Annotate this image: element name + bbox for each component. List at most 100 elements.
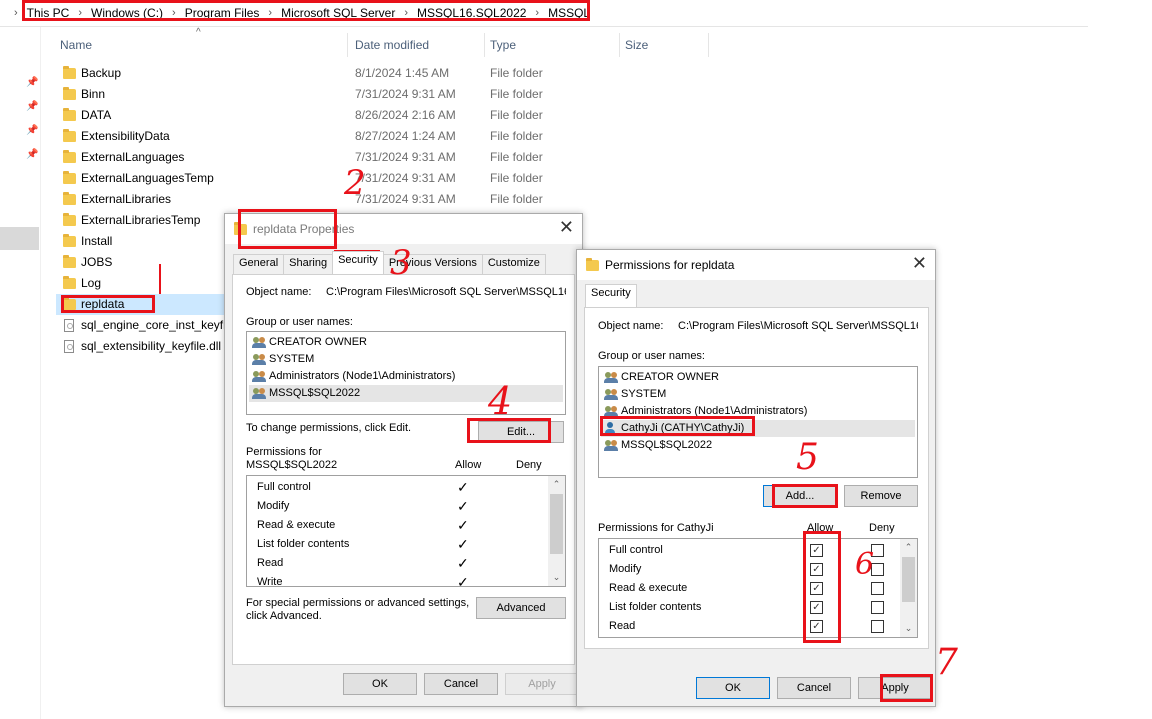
sort-up-icon: ^ — [196, 27, 201, 38]
permission-row: Full control ✓ — [257, 479, 469, 495]
scroll-up-icon[interactable]: ⌃ — [900, 539, 917, 556]
list-item[interactable]: Binn 7/31/2024 9:31 AM File folder — [56, 84, 596, 105]
pin-icon[interactable]: 📌 — [26, 101, 38, 112]
column-divider[interactable] — [708, 33, 709, 57]
permissions-tabs: Security — [585, 284, 637, 307]
scroll-thumb[interactable] — [550, 494, 563, 554]
cancel-button[interactable]: Cancel — [424, 673, 498, 695]
user-item[interactable]: CREATOR OWNER — [249, 334, 563, 351]
scroll-down-icon[interactable]: ⌄ — [548, 569, 565, 586]
column-divider[interactable] — [347, 33, 348, 57]
permissions-title: Permissions for repldata — [605, 258, 735, 272]
users-icon — [252, 354, 266, 365]
file-name: JOBS — [81, 255, 113, 269]
user-highlight — [600, 416, 755, 436]
file-name: sql_extensibility_keyfile.dll — [81, 339, 222, 353]
column-header-date[interactable]: Date modified — [355, 33, 429, 57]
tab-security[interactable]: Security — [332, 251, 384, 274]
file-type: File folder — [490, 87, 543, 101]
permissions-list: Full control ✓ Modify ✓ Read & execute ✓ Li… — [246, 475, 566, 587]
file-type: File folder — [490, 150, 543, 164]
tab-security[interactable]: Security — [585, 284, 637, 307]
ok-button[interactable]: OK — [696, 677, 770, 699]
tab-general[interactable]: General — [233, 254, 285, 274]
folder-icon — [63, 87, 76, 100]
column-header-size[interactable]: Size — [625, 33, 648, 57]
advanced-button[interactable]: Advanced — [476, 597, 566, 619]
nav-selected-item[interactable] — [0, 227, 39, 250]
deny-checkbox[interactable] — [871, 582, 884, 595]
list-item[interactable]: ExternalLibraries 7/31/2024 9:31 AM File f… — [56, 189, 596, 210]
user-item[interactable]: MSSQL$SQL2022 — [601, 437, 915, 454]
folder-icon — [63, 108, 76, 121]
step-number-annotation: 3 — [390, 243, 412, 283]
close-icon[interactable]: ✕ — [559, 218, 574, 236]
ok-button[interactable]: OK — [343, 673, 417, 695]
file-date: 7/31/2024 9:31 AM — [355, 87, 456, 101]
change-permissions-text: To change permissions, click Edit. — [246, 422, 412, 434]
user-item[interactable]: SYSTEM — [249, 351, 563, 368]
pin-icon[interactable]: 📌 — [26, 125, 38, 136]
annotation-mark-1 — [159, 264, 161, 294]
deny-checkbox[interactable] — [871, 620, 884, 633]
file-name: DATA — [81, 108, 112, 122]
object-name-label: Object name: — [246, 286, 312, 298]
user-item[interactable]: SYSTEM — [601, 386, 915, 403]
list-item[interactable]: DATA 8/26/2024 2:16 AM File folder — [56, 105, 596, 126]
file-type: File folder — [490, 129, 543, 143]
check-icon: ✓ — [457, 479, 469, 495]
scroll-thumb[interactable] — [902, 557, 915, 602]
step-number-annotation: 6 — [855, 547, 875, 582]
file-name: Binn — [81, 87, 106, 101]
group-names-label: Group or user names: — [598, 350, 705, 362]
permissions-for-label: Permissions for CathyJi — [598, 522, 714, 534]
tab-sharing[interactable]: Sharing — [283, 254, 334, 274]
chevron-right-icon: › — [14, 7, 18, 19]
folder-icon — [63, 276, 76, 289]
step-number-annotation: 4 — [488, 379, 513, 423]
close-icon[interactable]: ✕ — [912, 254, 927, 272]
column-divider[interactable] — [484, 33, 485, 57]
folder-icon — [63, 192, 76, 205]
permission-row: Modify ✓ — [257, 498, 469, 514]
permission-row: Write ✓ — [247, 573, 565, 586]
pin-icon[interactable]: 📌 — [26, 149, 38, 160]
permissions-scrollbar[interactable]: ⌃ ⌄ — [900, 539, 917, 637]
folder-icon — [63, 213, 76, 226]
scroll-down-icon[interactable]: ⌄ — [900, 620, 917, 637]
list-item[interactable]: ExtensibilityData 8/27/2024 1:24 AM File f… — [56, 126, 596, 147]
scroll-up-icon[interactable]: ⌃ — [548, 476, 565, 493]
permissions-dialog: Permissions for repldata ✕ Security Obje… — [576, 249, 936, 707]
column-header-name[interactable]: Name — [60, 33, 92, 57]
cancel-button[interactable]: Cancel — [777, 677, 851, 699]
allow-column-highlight — [803, 531, 841, 643]
permissions-for-label: Permissions for — [246, 446, 322, 458]
special-permissions-text: For special permissions or advanced sett… — [246, 597, 470, 609]
tab-customize[interactable]: Customize — [481, 254, 546, 274]
user-item[interactable]: MSSQL$SQL2022 — [249, 385, 563, 402]
list-item[interactable]: ExternalLanguages 7/31/2024 9:31 AM File f… — [56, 147, 596, 168]
check-icon: ✓ — [457, 517, 469, 533]
permissions-for-principal: MSSQL$SQL2022 — [246, 459, 338, 471]
permissions-title-bar[interactable]: Permissions for repldata ✕ — [577, 250, 935, 280]
apply-button[interactable]: Apply — [505, 673, 579, 695]
file-date: 7/31/2024 9:31 AM — [355, 192, 456, 206]
pin-icon[interactable]: 📌 — [26, 77, 38, 88]
remove-button[interactable]: Remove — [844, 485, 918, 507]
permission-row: List folder contents ✓ — [257, 536, 469, 552]
deny-checkbox[interactable] — [871, 601, 884, 614]
list-item[interactable]: Backup 8/1/2024 1:45 AM File folder — [56, 63, 596, 84]
file-date: 8/1/2024 1:45 AM — [355, 66, 450, 80]
column-header-type[interactable]: Type — [490, 33, 516, 57]
security-panel: Object name: C:\Program Files\Microsoft … — [232, 274, 575, 665]
user-item[interactable]: Administrators (Node1\Administrators) — [249, 368, 563, 385]
list-item[interactable]: ExternalLanguagesTemp 7/31/2024 9:31 AM Fi… — [56, 168, 596, 189]
file-icon — [64, 340, 74, 353]
users-icon — [252, 337, 266, 348]
user-item[interactable]: CREATOR OWNER — [601, 369, 915, 386]
group-user-list[interactable]: CREATOR OWNER SYSTEM Administrators (Nod… — [246, 331, 566, 415]
permissions-scrollbar[interactable]: ⌃ ⌄ — [548, 476, 565, 586]
column-divider[interactable] — [619, 33, 620, 57]
file-name: ExternalLanguages — [81, 150, 185, 164]
users-icon — [252, 371, 266, 382]
